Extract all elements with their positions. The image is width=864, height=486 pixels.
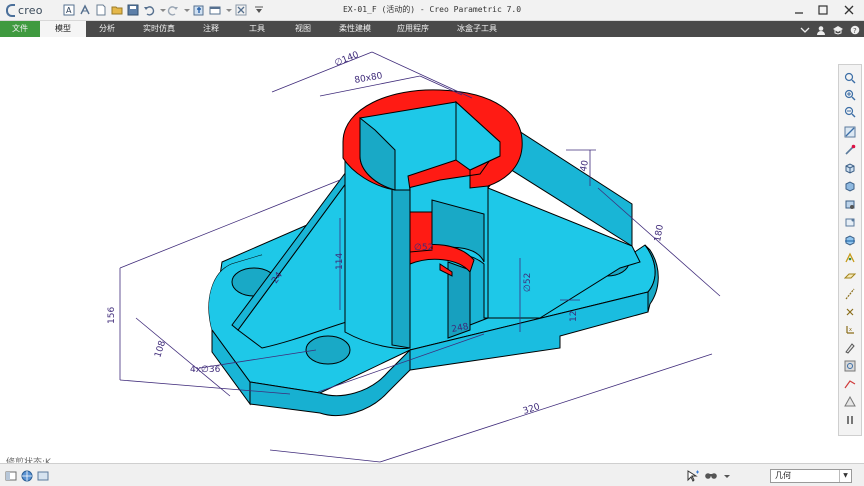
- spin-center-icon[interactable]: [843, 359, 857, 373]
- tab-model[interactable]: 模型: [40, 21, 86, 37]
- selection-mode-icon[interactable]: [686, 469, 700, 483]
- creo-window: creo A EX-01_F (活动的) - Creo Parametric 7…: [0, 0, 864, 486]
- close-icon[interactable]: [840, 2, 858, 18]
- refit-icon[interactable]: [843, 71, 857, 85]
- annotation-display-icon[interactable]: [843, 341, 857, 355]
- hole-front-left: [305, 335, 351, 365]
- close-window-icon[interactable]: [234, 3, 248, 17]
- maximize-icon[interactable]: [814, 2, 832, 18]
- ribbon-right-controls: ?: [800, 23, 860, 35]
- model-view[interactable]: ∅140 80x80 40 180 24 114 ∅52 ∅52 12 156 …: [0, 37, 836, 463]
- navigator-toggle-icon[interactable]: [4, 469, 18, 483]
- svg-text:x: x: [849, 327, 852, 333]
- find-dropdown-icon[interactable]: [720, 469, 734, 483]
- full-screen-icon[interactable]: [36, 469, 50, 483]
- point-display-icon[interactable]: [843, 305, 857, 319]
- annotation-icon[interactable]: A: [62, 3, 76, 17]
- save-icon[interactable]: [126, 3, 140, 17]
- learning-connector-icon[interactable]: [832, 20, 844, 39]
- find-icon[interactable]: [704, 469, 718, 483]
- minimize-icon[interactable]: [790, 2, 808, 18]
- ribbon-collapse-icon[interactable]: [800, 20, 810, 39]
- dim-114[interactable]: 114: [335, 253, 345, 270]
- regenerate-model-icon[interactable]: [192, 3, 206, 17]
- sketch-display-icon[interactable]: [843, 377, 857, 391]
- csys-display-icon[interactable]: x: [843, 323, 857, 337]
- pause-icon[interactable]: [843, 413, 857, 427]
- tab-file[interactable]: 文件: [0, 21, 40, 37]
- dim-d52-a[interactable]: ∅52: [414, 243, 433, 253]
- status-bar: 几何 ▼: [0, 463, 864, 486]
- display-style-icon[interactable]: [843, 197, 857, 211]
- repaint-icon[interactable]: [843, 125, 857, 139]
- dim-108[interactable]: 108: [153, 339, 168, 359]
- creo-logo-mark: [6, 3, 15, 17]
- creo-logo: creo: [6, 2, 43, 18]
- customize-toolbar-icon[interactable]: [252, 3, 266, 17]
- dim-40[interactable]: 40: [579, 159, 591, 172]
- tab-applications[interactable]: 应用程序: [392, 21, 434, 37]
- section-icon[interactable]: [843, 233, 857, 247]
- browser-toggle-icon[interactable]: [20, 469, 34, 483]
- appearance-icon[interactable]: [843, 395, 857, 409]
- title-bar: creo A EX-01_F (活动的) - Creo Parametric 7…: [0, 0, 864, 21]
- dim-12[interactable]: 12: [569, 311, 579, 322]
- tab-icebox-tools[interactable]: 冰盒子工具: [452, 21, 502, 37]
- saved-orientations-icon[interactable]: [843, 161, 857, 175]
- axis-display-icon[interactable]: [843, 287, 857, 301]
- tab-view[interactable]: 视图: [288, 21, 318, 37]
- graphics-toolbar: x: [838, 64, 862, 436]
- zoom-out-icon[interactable]: [843, 105, 857, 119]
- dim-d52-b[interactable]: ∅52: [523, 273, 533, 292]
- ribbon-tab-bar: 文件 模型 分析 实时仿真 注释 工具 视图 柔性建模 应用程序 冰盒子工具 ?: [0, 21, 864, 37]
- help-icon[interactable]: ?: [850, 20, 860, 39]
- datum-display-icon[interactable]: [843, 251, 857, 265]
- selection-filter-dropdown[interactable]: 几何 ▼: [770, 469, 852, 483]
- dim-320[interactable]: 320: [522, 402, 542, 417]
- open-folder-icon[interactable]: [110, 3, 124, 17]
- community-icon[interactable]: [816, 20, 826, 39]
- dim-140[interactable]: ∅140: [333, 50, 360, 69]
- dim-80x80[interactable]: 80x80: [354, 71, 384, 86]
- dim-180[interactable]: 180: [653, 224, 666, 243]
- tab-tools[interactable]: 工具: [242, 21, 272, 37]
- tab-live-simulation[interactable]: 实时仿真: [136, 21, 182, 37]
- dim-156[interactable]: 156: [107, 307, 117, 324]
- orient-icon[interactable]: [843, 143, 857, 157]
- undo-icon[interactable]: [142, 3, 156, 17]
- new-file-icon[interactable]: [94, 3, 108, 17]
- regenerate-icon[interactable]: [78, 3, 92, 17]
- tab-analysis[interactable]: 分析: [92, 21, 122, 37]
- dim-4x36[interactable]: 4x∅36: [190, 365, 221, 375]
- chevron-down-icon: ▼: [839, 470, 851, 482]
- selection-filter-value: 几何: [775, 471, 791, 480]
- svg-text:?: ?: [853, 27, 857, 35]
- perspective-icon[interactable]: [843, 215, 857, 229]
- tab-flexible-modeling[interactable]: 柔性建模: [334, 21, 376, 37]
- tab-annotate[interactable]: 注释: [196, 21, 226, 37]
- creo-logo-text: creo: [18, 3, 43, 17]
- windows-icon[interactable]: [208, 3, 222, 17]
- plane-display-icon[interactable]: [843, 269, 857, 283]
- view-manager-icon[interactable]: [843, 179, 857, 193]
- svg-text:A: A: [66, 6, 72, 15]
- redo-icon[interactable]: [166, 3, 180, 17]
- graphics-window[interactable]: ∅140 80x80 40 180 24 114 ∅52 ∅52 12 156 …: [0, 37, 836, 468]
- zoom-in-icon[interactable]: [843, 88, 857, 102]
